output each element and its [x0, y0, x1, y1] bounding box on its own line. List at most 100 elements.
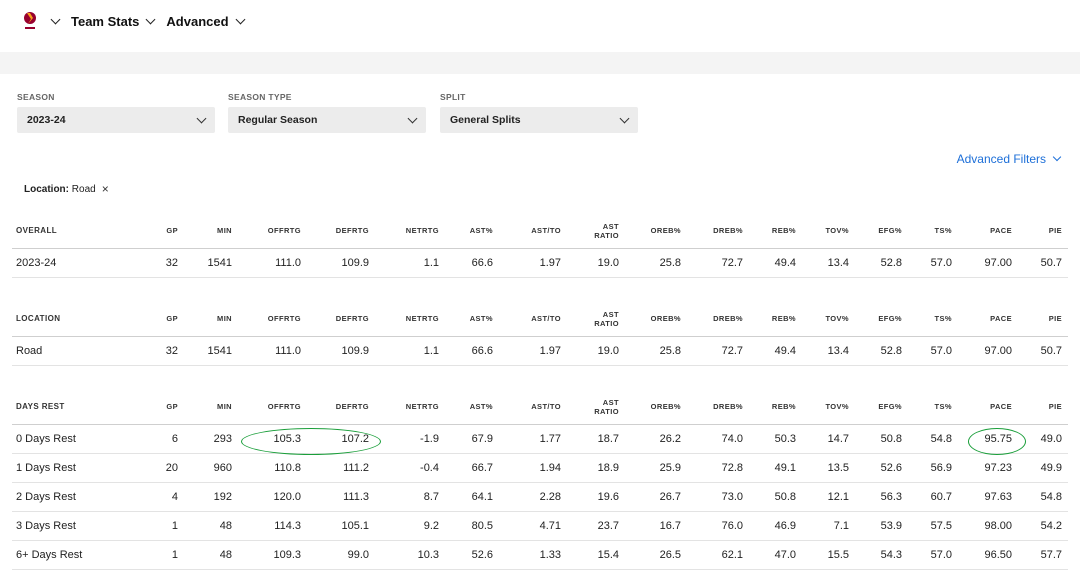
column-header[interactable]: AST RATIO — [594, 302, 619, 336]
table-cell: 18.7 — [597, 433, 619, 445]
column-header[interactable]: AST% — [470, 214, 493, 248]
table-cell: 4 — [171, 491, 178, 503]
nav-team-stats[interactable]: Team Stats — [71, 13, 156, 29]
table-cell: 72.7 — [721, 257, 743, 269]
table-cell: 99.0 — [347, 549, 369, 561]
column-header[interactable]: DREB% — [713, 390, 743, 424]
column-header[interactable]: OFFRTG — [268, 214, 301, 248]
table-header-row: LOCATION GP MIN OFFRTG DEFRTG NETRTG AST% AST/T… — [12, 302, 1068, 337]
column-header[interactable]: PIE — [1049, 302, 1062, 336]
nav-team-stats-label: Team Stats — [71, 13, 140, 29]
column-header[interactable]: REB% — [772, 390, 796, 424]
season-select[interactable]: 2023-24 — [17, 107, 215, 133]
table-cell: 72.8 — [721, 462, 743, 474]
column-header[interactable]: REB% — [772, 214, 796, 248]
table-cell: 46.9 — [774, 520, 796, 532]
remove-filter-close-icon[interactable]: × — [102, 182, 109, 196]
row-label: 2 Days Rest — [16, 491, 76, 503]
column-header[interactable]: PIE — [1049, 214, 1062, 248]
column-header[interactable]: GP — [166, 214, 178, 248]
column-header[interactable]: MIN — [217, 214, 232, 248]
table-cell: 18.9 — [597, 462, 619, 474]
table-cell: 105.1 — [341, 520, 369, 532]
split-select[interactable]: General Splits — [440, 107, 638, 133]
column-header[interactable]: AST/TO — [531, 214, 561, 248]
column-header[interactable]: TS% — [935, 390, 952, 424]
advanced-filters-link[interactable]: Advanced Filters — [957, 152, 1062, 166]
column-header[interactable]: OFFRTG — [268, 390, 301, 424]
column-header[interactable]: AST% — [470, 302, 493, 336]
table-cell: 12.1 — [827, 491, 849, 503]
column-header[interactable]: AST% — [470, 390, 493, 424]
season-select-value: 2023-24 — [27, 114, 66, 126]
column-header[interactable]: OREB% — [651, 390, 681, 424]
stats-table-location: LOCATION GP MIN OFFRTG DEFRTG NETRTG AST% AST/T… — [12, 302, 1068, 366]
table-cell: 52.6 — [880, 462, 902, 474]
column-header[interactable]: PACE — [990, 214, 1012, 248]
column-header[interactable]: MIN — [217, 390, 232, 424]
column-header[interactable]: OREB% — [651, 214, 681, 248]
row-label: 1 Days Rest — [16, 462, 76, 474]
season-type-select[interactable]: Regular Season — [228, 107, 426, 133]
column-header[interactable]: PIE — [1049, 390, 1062, 424]
column-header[interactable]: DREB% — [713, 302, 743, 336]
column-header[interactable]: NETRTG — [406, 214, 439, 248]
column-header[interactable]: NETRTG — [406, 302, 439, 336]
table-cell: 32 — [165, 345, 178, 357]
table-cell: 73.0 — [721, 491, 743, 503]
column-header[interactable]: TOV% — [825, 214, 849, 248]
team-switcher-dropdown[interactable] — [50, 14, 61, 24]
column-header[interactable]: OFFRTG — [268, 302, 301, 336]
column-header[interactable]: AST RATIO — [594, 214, 619, 248]
row-label: 3 Days Rest — [16, 520, 76, 532]
table-cell: 13.4 — [827, 257, 849, 269]
table-cell: 111.3 — [343, 491, 369, 503]
column-header[interactable]: EFG% — [878, 390, 902, 424]
column-header[interactable]: TOV% — [825, 302, 849, 336]
table-cell: 1 — [171, 549, 178, 561]
table-header-row: DAYS REST GP MIN OFFRTG DEFRTG NETRTG AST% AST/… — [12, 390, 1068, 425]
table-row: 3 Days Rest 1 48 114.3 105.1 9.2 80.5 4.71 23.7 1… — [12, 512, 1068, 541]
active-filter-value: Road — [71, 183, 96, 195]
column-header[interactable]: MIN — [217, 302, 232, 336]
table-cell: 32 — [165, 257, 178, 269]
season-type-filter: SEASON TYPE Regular Season — [228, 92, 426, 133]
team-logo-icon[interactable] — [22, 10, 38, 32]
column-header[interactable]: DEFRTG — [336, 390, 369, 424]
nav-advanced[interactable]: Advanced — [166, 14, 245, 29]
header-divider-band — [0, 52, 1080, 74]
table-cell: 14.7 — [827, 433, 849, 445]
column-header[interactable]: GP — [166, 302, 178, 336]
column-header[interactable]: TS% — [935, 302, 952, 336]
table-cell: 56.9 — [930, 462, 952, 474]
column-header[interactable]: REB% — [772, 302, 796, 336]
split-filter: SPLIT General Splits — [440, 92, 638, 133]
column-header[interactable]: PACE — [990, 390, 1012, 424]
table-cell: 25.8 — [659, 257, 681, 269]
chevron-down-icon — [619, 113, 630, 123]
table-cell: 1 — [171, 520, 178, 532]
column-header[interactable]: DEFRTG — [336, 302, 369, 336]
table-header-row: OVERALL GP MIN OFFRTG DEFRTG NETRTG AST% AST/TO… — [12, 214, 1068, 249]
column-header[interactable]: TOV% — [825, 390, 849, 424]
table-cell: 57.0 — [930, 257, 952, 269]
column-header[interactable]: EFG% — [878, 302, 902, 336]
column-header[interactable]: TS% — [935, 214, 952, 248]
column-header[interactable]: EFG% — [878, 214, 902, 248]
column-header[interactable]: DEFRTG — [336, 214, 369, 248]
table-cell: 120.0 — [273, 491, 301, 503]
table-cell: 19.6 — [597, 491, 619, 503]
table-cell: 52.8 — [880, 345, 902, 357]
column-header[interactable]: OREB% — [651, 302, 681, 336]
column-header[interactable]: AST RATIO — [594, 390, 619, 424]
row-label: 0 Days Rest — [16, 433, 76, 445]
table-row: Road 32 1541 111.0 109.9 1.1 66.6 1.97 19.0 25.8 7… — [12, 337, 1068, 366]
column-header[interactable]: AST/TO — [531, 390, 561, 424]
season-filter: SEASON 2023-24 — [17, 92, 215, 133]
column-header[interactable]: PACE — [990, 302, 1012, 336]
column-header[interactable]: GP — [166, 390, 178, 424]
chevron-down-icon — [50, 14, 61, 24]
column-header[interactable]: AST/TO — [531, 302, 561, 336]
column-header[interactable]: DREB% — [713, 214, 743, 248]
column-header[interactable]: NETRTG — [406, 390, 439, 424]
